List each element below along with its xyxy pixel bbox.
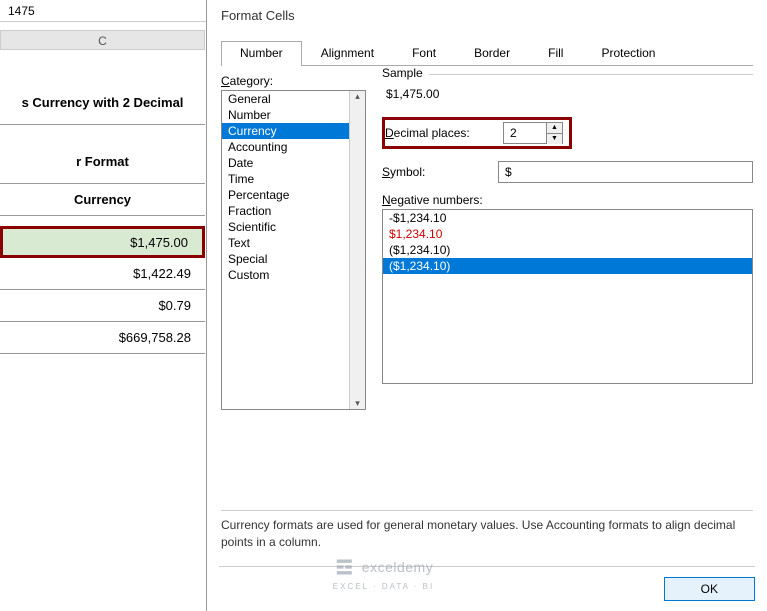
category-item[interactable]: Accounting xyxy=(222,139,365,155)
worksheet: s Currency with 2 Decimal r Format Curre… xyxy=(0,50,205,354)
scrollbar[interactable] xyxy=(349,91,365,409)
category-label: Category: xyxy=(221,74,366,88)
sheet-cell[interactable]: $0.79 xyxy=(0,290,205,322)
category-item[interactable]: Number xyxy=(222,107,365,123)
tab-fill[interactable]: Fill xyxy=(529,41,582,66)
decimal-places-emphasis: Decimal places: ▲ ▼ xyxy=(382,117,572,149)
watermark-sub: EXCEL · DATA · BI xyxy=(333,582,434,591)
category-item[interactable]: Fraction xyxy=(222,203,365,219)
negative-list[interactable]: -$1,234.10 $1,234.10 ($1,234.10) ($1,234… xyxy=(382,209,753,384)
sample-label: Sample xyxy=(382,66,429,80)
sheet-cell[interactable]: $1,422.49 xyxy=(0,258,205,290)
spinner-up-icon[interactable]: ▲ xyxy=(547,123,562,134)
decimal-places-input[interactable] xyxy=(504,123,546,143)
sheet-cell-selected[interactable]: $1,475.00 xyxy=(0,226,205,258)
formula-value: 1475 xyxy=(8,4,35,18)
negative-item-selected[interactable]: ($1,234.10) xyxy=(383,258,752,274)
dialog-title: Format Cells xyxy=(207,0,767,32)
negative-label: Negative numbers: xyxy=(382,193,753,207)
category-item[interactable]: Special xyxy=(222,251,365,267)
category-item[interactable]: Scientific xyxy=(222,219,365,235)
logo-icon xyxy=(334,557,354,577)
negative-item[interactable]: -$1,234.10 xyxy=(383,210,752,226)
category-item[interactable]: General xyxy=(222,91,365,107)
category-item[interactable]: Custom xyxy=(222,267,365,283)
format-cells-dialog: Format Cells Number Alignment Font Borde… xyxy=(206,0,767,611)
category-item-selected[interactable]: Currency xyxy=(222,123,365,139)
symbol-select[interactable]: $ xyxy=(498,161,753,183)
negative-item[interactable]: ($1,234.10) xyxy=(383,242,752,258)
description-text: Currency formats are used for general mo… xyxy=(221,510,753,551)
spinner-down-icon[interactable]: ▼ xyxy=(547,134,562,144)
negative-item[interactable]: $1,234.10 xyxy=(383,226,752,242)
sheet-title-1[interactable]: s Currency with 2 Decimal xyxy=(0,80,205,125)
tab-protection[interactable]: Protection xyxy=(582,41,674,66)
tab-number[interactable]: Number xyxy=(221,41,302,66)
category-item[interactable]: Time xyxy=(222,171,365,187)
decimal-places-label: Decimal places: xyxy=(385,126,495,140)
sheet-title-2[interactable]: r Format xyxy=(0,139,205,184)
category-list[interactable]: General Number Currency Accounting Date … xyxy=(221,90,366,410)
decimal-places-spinner[interactable]: ▲ ▼ xyxy=(503,122,563,144)
watermark: exceldemy xyxy=(334,557,433,577)
tab-font[interactable]: Font xyxy=(393,41,455,66)
sample-value: $1,475.00 xyxy=(382,87,753,101)
tabstrip: Number Alignment Font Border Fill Protec… xyxy=(221,40,753,66)
symbol-label: Symbol: xyxy=(382,165,492,179)
category-item[interactable]: Text xyxy=(222,235,365,251)
category-item[interactable]: Percentage xyxy=(222,187,365,203)
symbol-value: $ xyxy=(505,165,512,179)
column-header-c[interactable]: C xyxy=(0,30,205,50)
category-item[interactable]: Date xyxy=(222,155,365,171)
tab-alignment[interactable]: Alignment xyxy=(302,41,393,66)
watermark-brand: exceldemy xyxy=(362,559,433,575)
sheet-header[interactable]: Currency xyxy=(0,184,205,216)
tab-border[interactable]: Border xyxy=(455,41,529,66)
ok-button[interactable]: OK xyxy=(664,577,755,601)
sheet-cell[interactable]: $669,758.28 xyxy=(0,322,205,354)
